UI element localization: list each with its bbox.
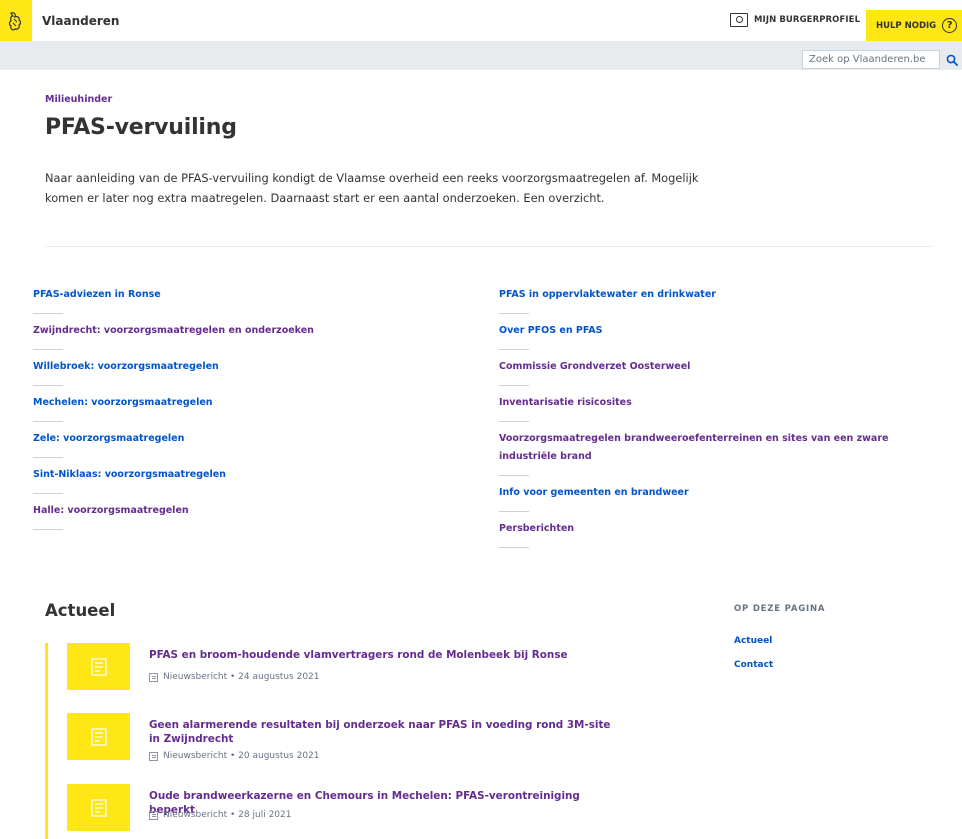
list-item: Mechelen: voorzorgsmaatregelen: [33, 394, 463, 422]
list-item: Persberichten: [499, 520, 939, 548]
question-icon: ?: [942, 18, 958, 33]
link-halle[interactable]: Halle: voorzorgsmaatregelen: [33, 502, 463, 520]
news-accent-bar: [45, 643, 48, 839]
link-willebroek[interactable]: Willebroek: voorzorgsmaatregelen: [33, 358, 463, 376]
link-sint-niklaas[interactable]: Sint-Niklaas: voorzorgsmaatregelen: [33, 466, 463, 484]
breadcrumb[interactable]: Milieuhinder: [45, 94, 112, 105]
search-input[interactable]: [802, 50, 940, 69]
link-brandweeroefenterreinen[interactable]: Voorzorgsmaatregelen brandweeroefenterre…: [499, 430, 939, 466]
intro-text: Naar aanleiding van de PFAS-vervuiling k…: [45, 171, 699, 205]
profile-link[interactable]: MIJN BURGERPROFIEL: [730, 13, 860, 27]
news-meta: Nieuwsbericht • 24 augustus 2021: [149, 672, 320, 682]
news-title[interactable]: PFAS en broom-houdende vlamvertragers ro…: [149, 648, 619, 662]
news-meta-text: Nieuwsbericht • 24 augustus 2021: [163, 672, 320, 682]
list-item: Voorzorgsmaatregelen brandweeroefenterre…: [499, 430, 939, 476]
news-type-icon: [149, 672, 158, 682]
section-title-actueel: Actueel: [45, 601, 116, 620]
news-meta-text: Nieuwsbericht • 28 juli 2021: [163, 810, 292, 820]
news-icon: [90, 657, 107, 676]
divider: [45, 246, 933, 247]
news-meta-text: Nieuwsbericht • 20 augustus 2021: [163, 751, 320, 761]
list-item: Halle: voorzorgsmaatregelen: [33, 502, 463, 530]
link-zwijndrecht[interactable]: Zwijndrecht: voorzorgsmaatregelen en ond…: [33, 322, 463, 340]
link-mechelen[interactable]: Mechelen: voorzorgsmaatregelen: [33, 394, 463, 412]
link-persberichten[interactable]: Persberichten: [499, 520, 939, 538]
list-item: Info voor gemeenten en brandweer: [499, 484, 939, 512]
search-button[interactable]: [944, 50, 960, 69]
news-type-icon: [149, 751, 158, 761]
help-button[interactable]: HULP NODIG ?: [866, 10, 962, 41]
link-pfas-adviezen-ronse[interactable]: PFAS-adviezen in Ronse: [33, 286, 463, 304]
list-item: PFAS-adviezen in Ronse: [33, 286, 463, 314]
profile-label: MIJN BURGERPROFIEL: [754, 15, 861, 25]
link-over-pfos-pfas[interactable]: Over PFOS en PFAS: [499, 322, 939, 340]
list-item: Zwijndrecht: voorzorgsmaatregelen en ond…: [33, 322, 463, 350]
list-item: Over PFOS en PFAS: [499, 322, 939, 350]
news-meta: Nieuwsbericht • 28 juli 2021: [149, 810, 291, 820]
help-label: HULP NODIG: [876, 20, 937, 31]
side-nav-link-actueel[interactable]: Actueel: [734, 636, 772, 646]
news-thumbnail: [67, 643, 130, 690]
link-oppervlaktewater[interactable]: PFAS in oppervlaktewater en drinkwater: [499, 286, 939, 304]
news-meta: Nieuwsbericht • 20 augustus 2021: [149, 751, 320, 761]
news-thumbnail: [67, 784, 130, 831]
side-nav-title: OP DEZE PAGINA: [734, 604, 826, 614]
news-type-icon: [149, 810, 158, 820]
link-list-left: PFAS-adviezen in Ronse Zwijndrecht: voor…: [33, 286, 463, 538]
list-item: PFAS in oppervlaktewater en drinkwater: [499, 286, 939, 314]
side-nav-link-contact[interactable]: Contact: [734, 660, 773, 670]
link-inventarisatie[interactable]: Inventarisatie risicosites: [499, 394, 939, 412]
news-icon: [90, 798, 107, 817]
news-thumbnail: [67, 713, 130, 760]
brand-name: Vlaanderen: [42, 14, 120, 28]
list-item: Willebroek: voorzorgsmaatregelen: [33, 358, 463, 386]
news-title[interactable]: Geen alarmerende resultaten bij onderzoe…: [149, 718, 619, 746]
list-item: Commissie Grondverzet Oosterweel: [499, 358, 939, 386]
link-zele[interactable]: Zele: voorzorgsmaatregelen: [33, 430, 463, 448]
news-icon: [90, 727, 107, 746]
global-header: Vlaanderen MIJN BURGERPROFIEL HULP NODIG…: [0, 0, 962, 41]
link-commissie-grondverzet[interactable]: Commissie Grondverzet Oosterweel: [499, 358, 939, 376]
search-icon: [946, 54, 958, 66]
list-item: Zele: voorzorgsmaatregelen: [33, 430, 463, 458]
vlaanderen-logo[interactable]: [0, 0, 32, 41]
link-list-right: PFAS in oppervlaktewater en drinkwater O…: [499, 286, 939, 556]
list-item: Inventarisatie risicosites: [499, 394, 939, 422]
page-title: PFAS-vervuiling: [45, 115, 237, 140]
link-info-gemeenten[interactable]: Info voor gemeenten en brandweer: [499, 484, 939, 502]
list-item: Sint-Niklaas: voorzorgsmaatregelen: [33, 466, 463, 494]
lion-icon: [8, 11, 22, 30]
profile-icon: [730, 13, 748, 27]
